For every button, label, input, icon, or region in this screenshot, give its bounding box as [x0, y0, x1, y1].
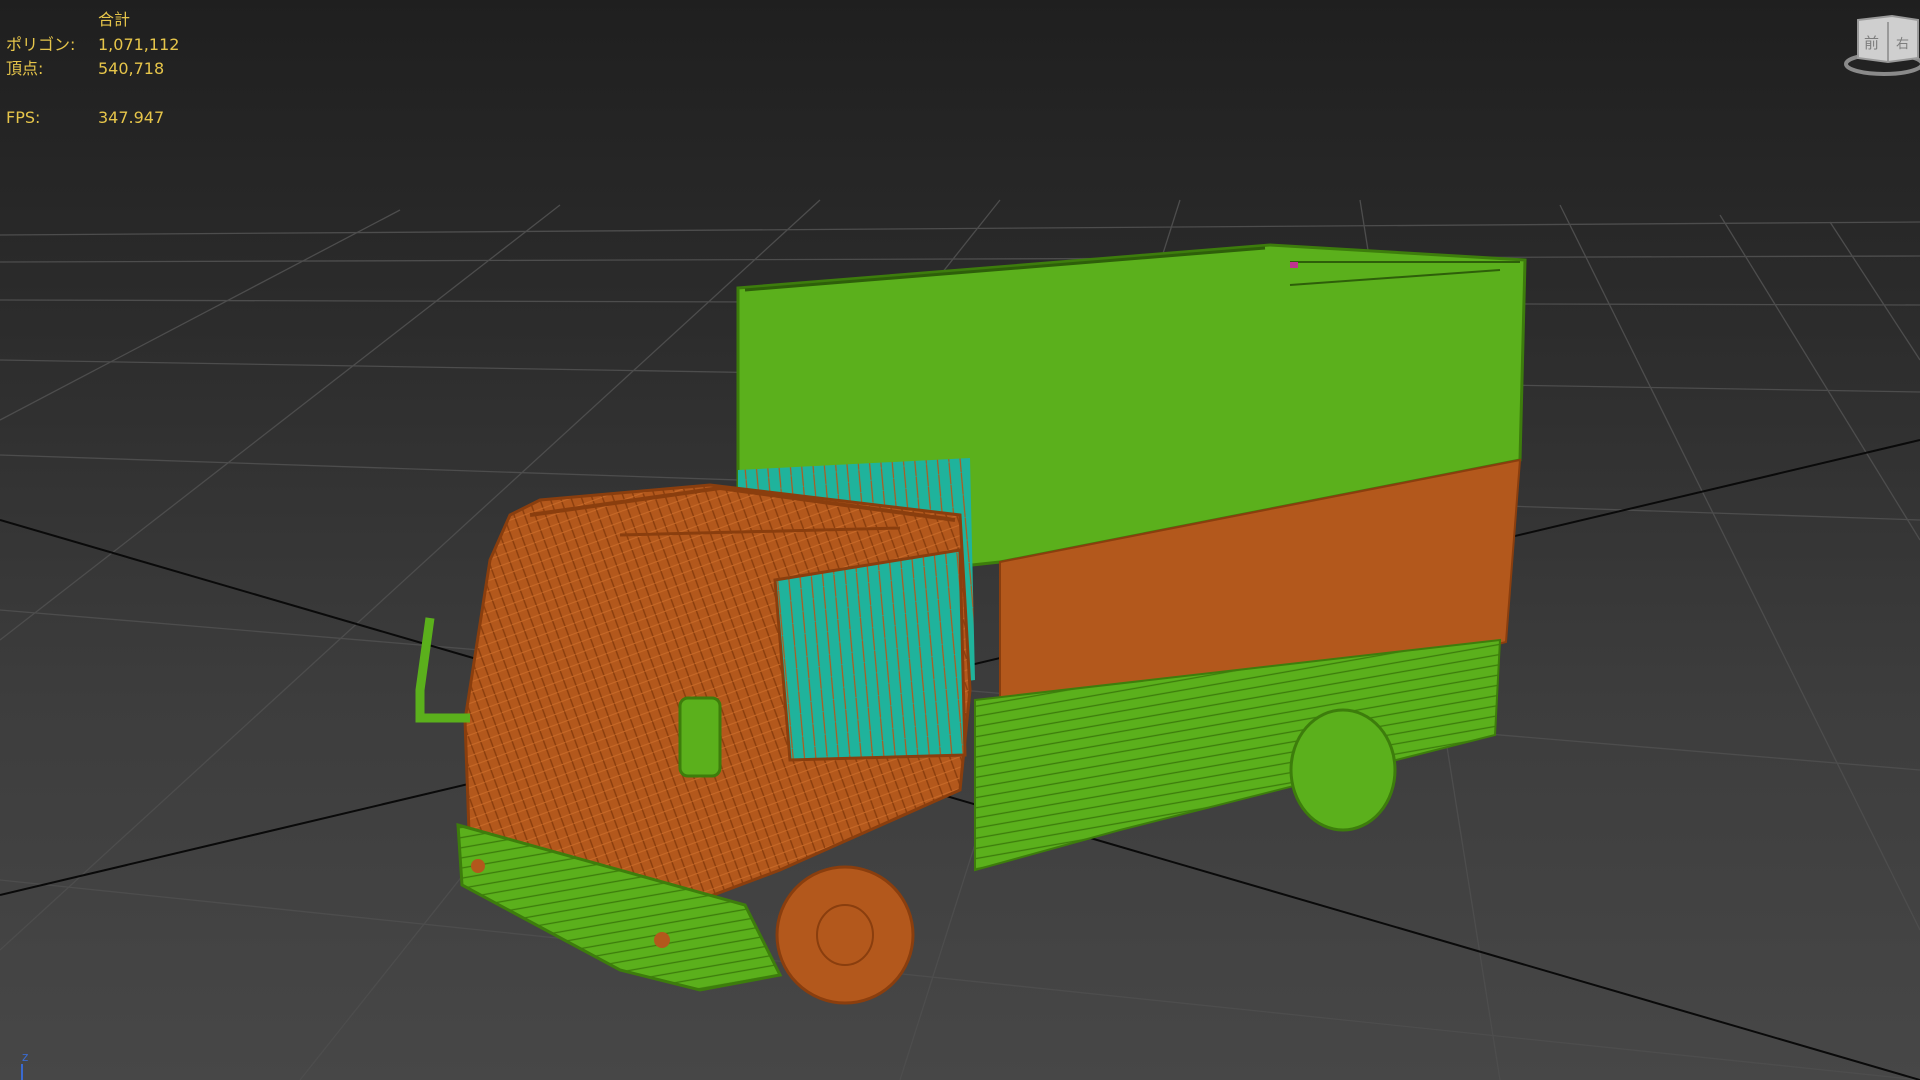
axis-gizmo: z — [21, 1050, 28, 1080]
stats-header: 合計 — [98, 10, 131, 29]
stats-overlay: 合計 ポリゴン: 1,071,112 頂点: 540,718 FPS: 347.… — [6, 8, 179, 130]
polygons-value: 1,071,112 — [98, 34, 180, 54]
truck-model — [415, 243, 1527, 1005]
fps-value: 347.947 — [98, 107, 165, 127]
viewcube-front-label[interactable]: 前 — [1864, 34, 1879, 52]
scene-canvas[interactable] — [0, 0, 1920, 1080]
viewport-perspective[interactable]: 合計 ポリゴン: 1,071,112 頂点: 540,718 FPS: 347.… — [0, 0, 1920, 1080]
viewcube[interactable]: 前 右 — [1840, 8, 1920, 78]
vertices-label: 頂点: — [6, 59, 44, 78]
viewcube-side-label[interactable]: 右 — [1896, 37, 1909, 52]
z-axis-label: z — [22, 1050, 28, 1064]
polygons-label: ポリゴン: — [6, 34, 76, 54]
fps-label: FPS: — [6, 107, 41, 127]
vertices-value: 540,718 — [98, 59, 165, 78]
